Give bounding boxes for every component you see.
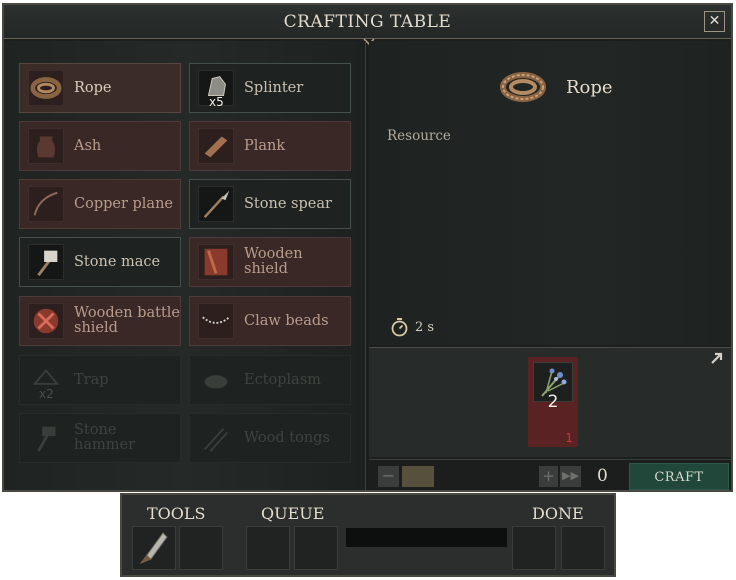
recipe-label: Wooden battle shield <box>74 305 180 336</box>
wooden-battle-shield-icon <box>28 303 64 339</box>
wood-tongs-icon <box>198 420 234 456</box>
plank-icon <box>198 128 234 164</box>
tools-label: TOOLS <box>147 504 206 523</box>
recipe-item[interactable]: x5 Splinter <box>189 63 351 113</box>
recipe-label: Splinter <box>244 79 304 96</box>
recipe-item[interactable]: Claw beads <box>189 296 351 346</box>
recipe-label: Copper plane <box>74 195 173 212</box>
recipe-qty: x5 <box>209 95 224 109</box>
ingredient-required-qty: 2 <box>547 392 559 412</box>
ash-pot-icon <box>28 128 64 164</box>
recipe-detail: Rope Resource 2 s <box>369 41 731 345</box>
tool-slot[interactable] <box>132 526 176 570</box>
tool-slot[interactable] <box>179 526 223 570</box>
crafting-queue-bar: TOOLS QUEUE DONE <box>120 493 616 577</box>
quantity-slider[interactable] <box>402 466 434 487</box>
recipe-label: Wooden shield <box>244 246 303 277</box>
ectoplasm-icon <box>198 362 234 398</box>
splinter-icon: x5 <box>198 70 234 109</box>
ingredient-slot[interactable]: 2 1 <box>528 357 578 447</box>
recipe-item[interactable]: Copper plane <box>19 179 181 229</box>
stopwatch-icon <box>391 318 408 337</box>
queue-slot[interactable] <box>246 526 290 570</box>
stone-mace-icon <box>28 244 64 280</box>
recipe-item[interactable]: Wood tongs <box>189 413 351 463</box>
recipe-item[interactable]: x2 Trap <box>19 355 181 405</box>
done-slot[interactable] <box>512 526 556 570</box>
recipe-item[interactable]: Wooden battle shield <box>19 296 181 346</box>
trap-icon: x2 <box>28 362 64 401</box>
recipe-item[interactable]: Wooden shield <box>189 237 351 287</box>
title-bar: CRAFTING TABLE ✕ <box>4 5 731 39</box>
ingredient-have-qty: 1 <box>565 431 573 445</box>
decrease-button[interactable]: − <box>378 466 399 487</box>
recipe-item[interactable]: Ectoplasm <box>189 355 351 405</box>
recipe-item[interactable]: Stone mace <box>19 237 181 287</box>
craft-count: 0 <box>597 466 608 486</box>
stone-hammer-icon <box>28 420 64 456</box>
wooden-shield-icon <box>198 244 234 280</box>
recipe-label: Stone hammer <box>74 422 135 453</box>
copper-plane-icon <box>28 186 64 222</box>
done-slot[interactable] <box>561 526 605 570</box>
detail-title: Rope <box>566 77 613 98</box>
expand-arrow-icon[interactable] <box>710 352 723 365</box>
max-button[interactable]: ▶▶ <box>560 466 581 487</box>
ingredients-panel: 2 1 <box>369 347 731 457</box>
close-button[interactable]: ✕ <box>704 11 725 32</box>
recipe-label: Rope <box>74 79 112 96</box>
claw-beads-icon <box>198 303 234 339</box>
queue-progress-bar <box>346 528 507 547</box>
window-title: CRAFTING TABLE <box>283 12 452 32</box>
craft-controls: − + ▶▶ 0 CRAFT <box>369 459 731 490</box>
recipe-item[interactable]: Stone hammer <box>19 413 181 463</box>
craft-button[interactable]: CRAFT <box>629 463 729 490</box>
recipe-item[interactable]: Ash <box>19 121 181 171</box>
recipe-item[interactable]: Plank <box>189 121 351 171</box>
increase-button[interactable]: + <box>539 466 558 487</box>
craft-time: 2 s <box>415 320 435 335</box>
queue-slot[interactable] <box>294 526 338 570</box>
recipe-label: Stone spear <box>244 195 332 212</box>
recipe-label: Claw beads <box>244 312 329 329</box>
recipe-label: Ectoplasm <box>244 371 322 388</box>
recipe-label: Wood tongs <box>244 429 330 446</box>
recipe-item[interactable]: Rope <box>19 63 181 113</box>
rope-icon <box>500 72 546 102</box>
recipe-label: Plank <box>244 137 286 154</box>
detail-type-label: Resource <box>387 128 451 144</box>
recipe-label: Stone mace <box>74 253 161 270</box>
queue-label: QUEUE <box>261 504 325 523</box>
stone-knife-icon <box>139 532 168 565</box>
recipe-item[interactable]: Stone spear <box>189 179 351 229</box>
done-label: DONE <box>532 504 584 523</box>
rope-icon <box>28 70 64 106</box>
stone-spear-icon <box>198 186 234 222</box>
crafting-window: CRAFTING TABLE ✕ Rope x5 Splinter Ash Plank C… <box>2 3 733 492</box>
recipe-label: Ash <box>74 137 102 154</box>
recipe-qty: x2 <box>39 387 54 401</box>
recipe-list[interactable]: Rope x5 Splinter Ash Plank Copper plane Stone … <box>4 41 366 490</box>
recipe-label: Trap <box>74 371 109 388</box>
